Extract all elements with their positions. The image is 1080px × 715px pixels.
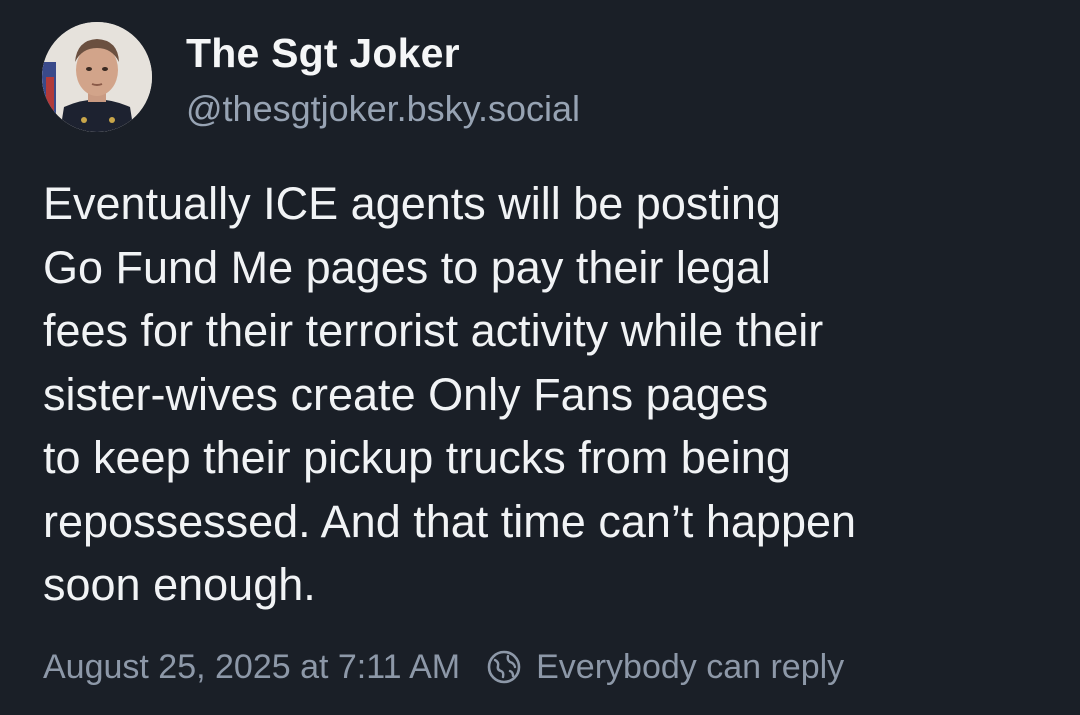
author-handle[interactable]: @thesgtjoker.bsky.social [186, 88, 580, 130]
globe-icon [486, 649, 522, 685]
post-text-line: Go Fund Me pages to pay their legal [43, 241, 771, 293]
post-timestamp[interactable]: August 25, 2025 at 7:11 AM [43, 648, 460, 687]
reply-setting[interactable]: Everybody can reply [486, 648, 844, 687]
post-text-line: sister-wives create Only Fans pages [43, 368, 769, 420]
post-meta: August 25, 2025 at 7:11 AM Everybody can… [43, 643, 844, 691]
avatar-portrait [42, 22, 152, 132]
post-text-line: fees for their terrorist activity while … [43, 305, 824, 356]
post-text-line: to keep their pickup trucks from being [43, 432, 791, 483]
post-text-line: soon enough. [43, 559, 316, 610]
reply-setting-label: Everybody can reply [536, 647, 845, 686]
post-text-line: repossessed. And that time can’t happen [43, 495, 857, 547]
author-display-name[interactable]: The Sgt Joker [186, 30, 460, 77]
post-card: The Sgt Joker @thesgtjoker.bsky.social E… [0, 0, 1080, 715]
post-text: Eventually ICE agents will be posting Go… [43, 172, 1043, 617]
avatar[interactable] [42, 22, 152, 132]
post-text-line: Eventually ICE agents will be posting [43, 178, 781, 229]
